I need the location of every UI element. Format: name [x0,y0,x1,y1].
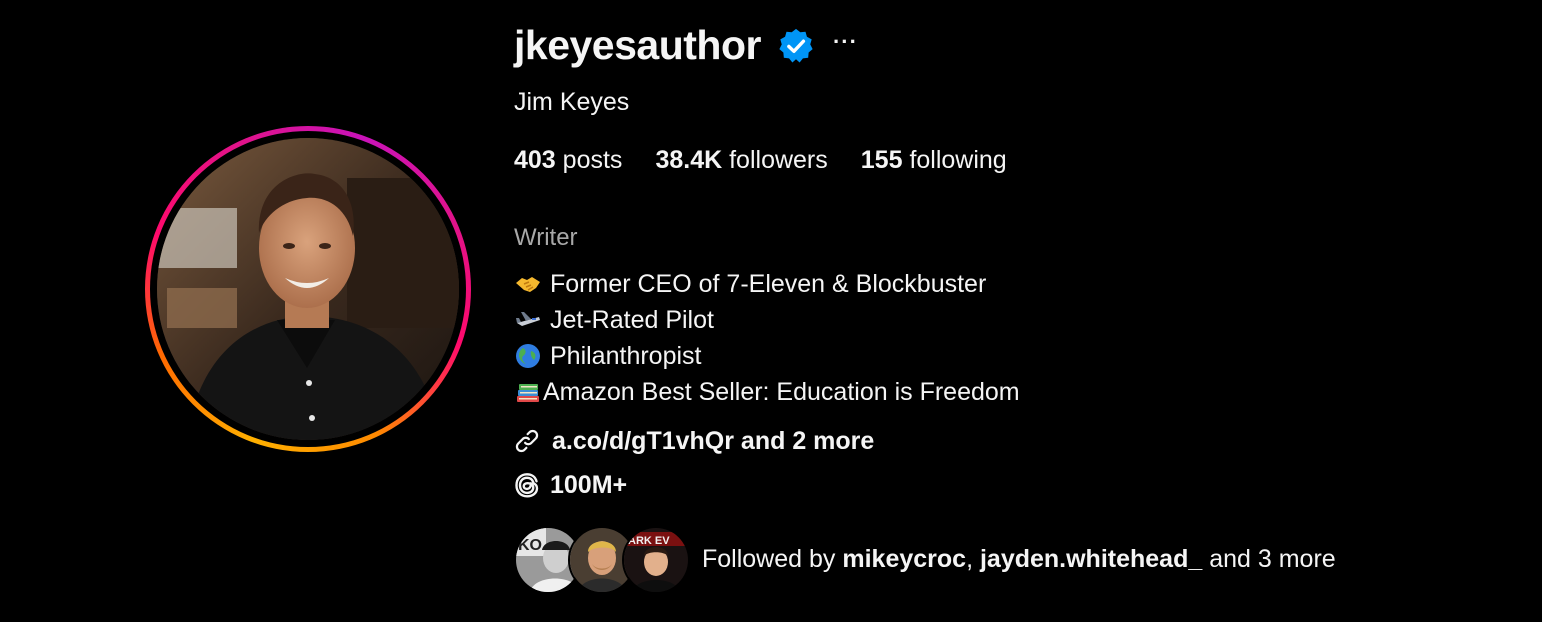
link-icon [515,429,539,453]
external-link[interactable]: a.co/d/gT1vhQr and 2 more [512,426,874,456]
bio-line: Amazon Best Seller: Education is Freedom [514,374,1020,410]
bio: Former CEO of 7-Eleven & Blockbuster Jet… [514,266,1020,410]
airplane-icon [514,306,542,334]
posts-count: 403 [514,146,556,174]
avatar: ARK EV [622,526,690,594]
posts-label: posts [562,146,623,174]
avatar-gap [150,131,466,447]
svg-text:KO: KO [518,537,542,554]
following-count: 155 [860,146,903,174]
followed-by-text: Followed by mikeycroc, jayden.whitehead_… [702,545,1336,574]
following-label: following [909,146,1007,174]
follower-username[interactable]: jayden.whitehead_ [980,545,1202,573]
following-stat[interactable]: 155 following [861,146,1007,175]
profile-photo-image [157,138,459,440]
username: jkeyesauthor [514,22,761,68]
separator: , [966,544,980,573]
profile-avatar-story-ring[interactable] [145,126,471,452]
follower-username[interactable]: mikeycroc [842,545,966,573]
followers-stat[interactable]: 38.4K followers [655,146,827,175]
bio-line: Philanthropist [514,338,1020,374]
more-options-icon[interactable]: ··· [833,29,858,55]
profile-stats: 403 posts 38.4K followers 155 following [514,146,1007,175]
bio-text: Jet-Rated Pilot [550,306,714,334]
threads-text: 100M+ [550,470,628,499]
bio-text: Amazon Best Seller: Education is Freedom [543,378,1020,406]
bio-line: Jet-Rated Pilot [514,302,1020,338]
verified-badge-icon [777,27,815,65]
bio-line: Former CEO of 7-Eleven & Blockbuster [514,266,1020,302]
posts-stat[interactable]: 403 posts [514,146,622,175]
followed-by[interactable]: KO ARK EV Followed by mikeycroc, jayden.… [514,526,1336,594]
handshake-icon [514,270,542,298]
threads-icon [515,473,539,498]
followed-by-suffix: and 3 more [1202,544,1336,573]
svg-text:ARK EV: ARK EV [628,535,670,547]
username-row: jkeyesauthor ··· [514,22,858,69]
globe-icon [514,342,542,370]
category-label: Writer [514,224,578,251]
bio-text: Philanthropist [550,342,702,370]
followed-by-avatars: KO ARK EV [514,526,690,594]
books-icon [514,378,542,406]
followers-label: followers [729,146,828,174]
followers-count: 38.4K [655,146,723,174]
link-text: a.co/d/gT1vhQr and 2 more [552,426,875,455]
full-name: Jim Keyes [514,88,630,116]
profile-avatar[interactable] [157,138,459,440]
threads-badge[interactable]: 100M+ [512,470,627,500]
followed-by-prefix: Followed by [702,544,843,573]
bio-text: Former CEO of 7-Eleven & Blockbuster [550,270,987,298]
